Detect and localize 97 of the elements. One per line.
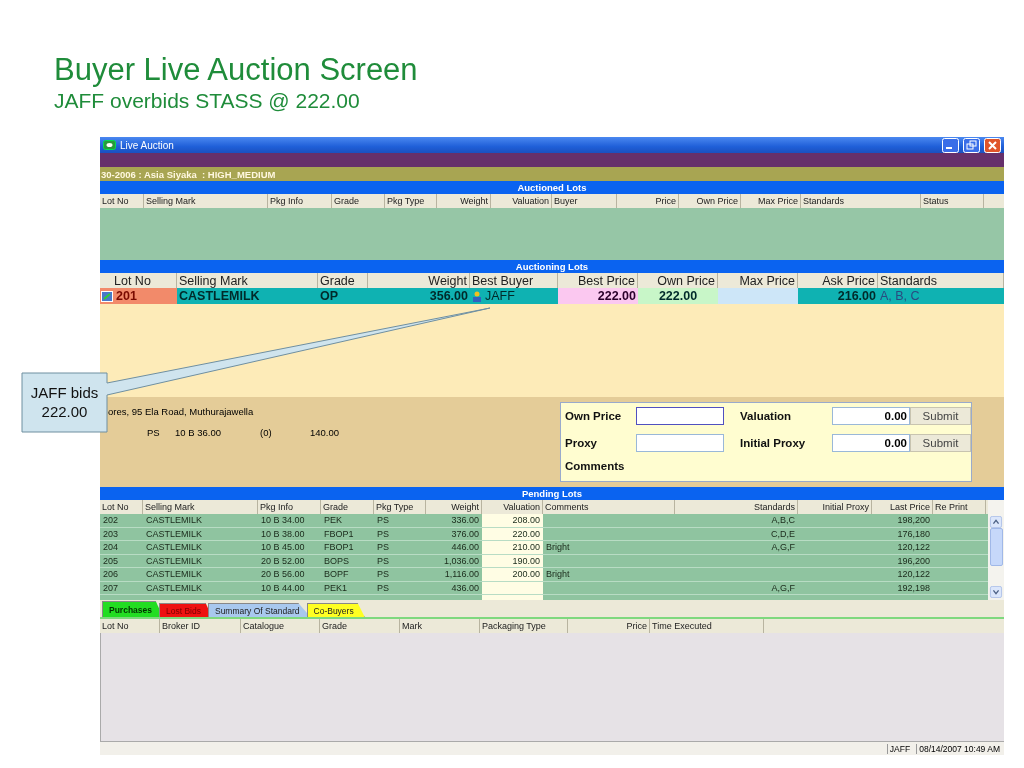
- slide-title: Buyer Live Auction Screen: [53, 51, 418, 88]
- section-title: Auctioned Lots: [517, 182, 587, 193]
- table-cell-text: PEK: [323, 514, 343, 527]
- proxy-field[interactable]: [636, 433, 724, 452]
- table-cell-text: PS: [376, 514, 390, 527]
- table-cell-text: 120,122: [896, 568, 931, 581]
- submit-button[interactable]: Submit: [910, 433, 971, 452]
- slide-subtitle: JAFF overbids STASS @ 222.00: [54, 88, 360, 114]
- table-cell-text: 10 B 45.00: [260, 541, 306, 554]
- table-cell-text: 207: [102, 581, 120, 594]
- table-cell-text: PS: [376, 554, 390, 567]
- table-cell-text: 436.00: [450, 581, 480, 594]
- table-cell-text: 446.00: [450, 541, 480, 554]
- table-cell-text: 192,198: [896, 581, 931, 594]
- scroll-down-button[interactable]: [989, 586, 1003, 598]
- table-cell-text: 120,122: [896, 541, 931, 554]
- table-cell-text: 204: [102, 541, 120, 554]
- table-cell-text: 10 B 34.00: [260, 514, 306, 527]
- table-cell-text: 376.00: [450, 527, 480, 540]
- table-cell-text: 356.00: [428, 288, 469, 304]
- field-label: Initial Proxy: [739, 436, 807, 449]
- status-user: JAFF: [886, 743, 913, 754]
- window-title: Live Auction: [120, 139, 174, 151]
- field-label: Own Price: [565, 410, 623, 422]
- table-cell: 222.00: [638, 288, 718, 304]
- table-cell-text: 196,200: [896, 554, 931, 567]
- submit-button[interactable]: Submit: [910, 407, 971, 425]
- table-cell-text: FBOP1: [323, 527, 355, 540]
- table-cell-text: Bright: [545, 541, 571, 554]
- table-cell-text: PS: [376, 541, 390, 554]
- table-cell-text: 336.00: [450, 514, 480, 527]
- table-cell-text: OP: [319, 288, 340, 304]
- table-cell-text: 216.00: [836, 288, 877, 304]
- table-cell-text: Bright: [545, 568, 571, 581]
- table-cell-text: CASTLEMILK: [178, 288, 261, 304]
- table-cell: 208.00: [482, 514, 543, 527]
- table-cell-text: A,B,C: [770, 514, 796, 527]
- table-cell-text: BOPF: [323, 568, 350, 581]
- table-cell-text: 205: [102, 554, 120, 567]
- table-cell-text: A, B, C: [879, 288, 921, 304]
- table-cell: JAFF: [470, 288, 558, 304]
- table-cell-text: BOPS: [323, 554, 350, 567]
- user-icon: [472, 290, 482, 302]
- field-label: Proxy: [565, 436, 598, 449]
- section-title: Pending Lots: [521, 488, 583, 499]
- status-datetime: 08/14/2007 10:49 AM: [916, 743, 1002, 754]
- field-label: Comments: [565, 460, 626, 472]
- table-cell: 210.00: [482, 541, 543, 554]
- section-title: Auctioning Lots: [515, 261, 589, 272]
- table-cell-text: 10 B 44.00: [260, 581, 306, 594]
- field-label: Valuation: [739, 410, 793, 422]
- sale-info: 30-2006 : Asia Siyaka : HIGH_MEDIUM: [100, 168, 276, 180]
- table-cell: 222.00: [558, 288, 638, 304]
- table-cell-text: A,G,F: [770, 581, 796, 594]
- callout-text: JAFF bids 222.00: [29, 383, 100, 421]
- table-cell-text: 203: [102, 527, 120, 540]
- table-cell-text: A,G,F: [770, 541, 796, 554]
- table-cell-text: C,D,E: [770, 527, 796, 540]
- table-cell-text: 198,200: [896, 514, 931, 527]
- table-cell-text: 20 B 52.00: [260, 554, 306, 567]
- table-cell-text: FBOP1: [323, 541, 355, 554]
- table-cell-text: 206: [102, 568, 120, 581]
- table-cell-text: CASTLEMILK: [145, 541, 204, 554]
- table-cell-text: CASTLEMILK: [145, 554, 204, 567]
- table-cell-text: 20 B 56.00: [260, 568, 306, 581]
- lot-detail: PS: [147, 427, 161, 438]
- table-cell-text: 1,036.00: [442, 554, 480, 567]
- lot-detail: 10 B 36.00: [175, 427, 222, 438]
- tab[interactable]: Co-Buyers: [306, 603, 365, 617]
- table-cell-text: PEK1: [323, 581, 348, 594]
- scroll-up-button[interactable]: [989, 516, 1003, 528]
- own-price-field[interactable]: [636, 407, 724, 425]
- table-cell-text: 176,180: [896, 527, 931, 540]
- table-cell-text: CASTLEMILK: [145, 527, 204, 540]
- table-cell-text: 202: [102, 514, 120, 527]
- table-cell: 201: [100, 288, 177, 304]
- edit-icon: [101, 290, 113, 302]
- lot-detail: (0): [260, 427, 273, 438]
- table-cell-text: CASTLEMILK: [145, 581, 204, 594]
- lot-detail: 140.00: [310, 427, 340, 438]
- scrollbar-thumb[interactable]: [989, 528, 1003, 566]
- valuation-field[interactable]: 0.00: [832, 407, 910, 425]
- restore-button[interactable]: [963, 137, 980, 153]
- initial-proxy-field[interactable]: 0.00: [832, 433, 910, 452]
- close-button[interactable]: [984, 137, 1001, 153]
- scrollbar[interactable]: [988, 500, 1004, 600]
- minimize-button[interactable]: [942, 137, 959, 153]
- table-cell-text: CASTLEMILK: [145, 514, 204, 527]
- table-cell-text: PS: [376, 568, 390, 581]
- table-cell-text: 1,116.00: [443, 568, 480, 581]
- table-cell-text: 10 B 38.00: [260, 527, 306, 540]
- table-cell-text: PS: [376, 527, 390, 540]
- table-cell: 200.00: [482, 568, 543, 581]
- app-icon: [103, 140, 116, 150]
- table-cell-text: CASTLEMILK: [145, 568, 204, 581]
- table-cell-text: PS: [376, 581, 390, 594]
- address-text: ores, 95 Ela Road, Muthurajawella: [108, 406, 255, 417]
